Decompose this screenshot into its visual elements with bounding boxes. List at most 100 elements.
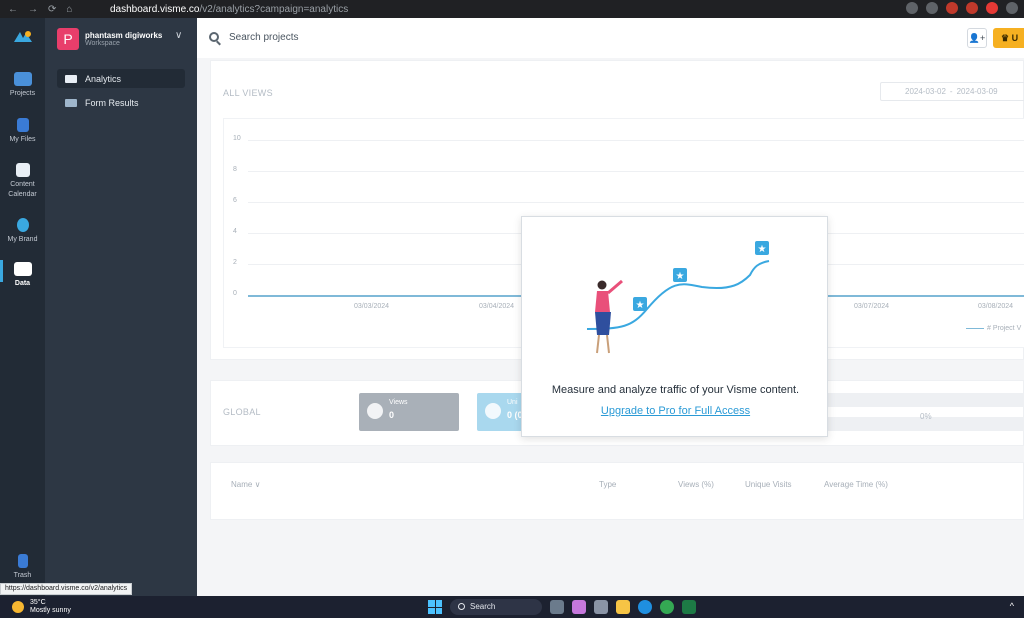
upgrade-button[interactable]: ♛ U — [993, 28, 1024, 48]
column-average-time[interactable]: Average Time (%) — [824, 480, 888, 489]
data-icon — [13, 262, 32, 276]
visme-logo[interactable] — [12, 30, 34, 44]
percentage-bars: 0% — [828, 393, 1024, 431]
analytics-icon — [65, 74, 77, 83]
icon-rail: Projects My Files Content Calendar My Br… — [0, 18, 45, 596]
unique-visits-stat: Uni 0 (0 — [477, 393, 527, 431]
form-results-icon — [65, 98, 77, 107]
all-views-title: ALL VIEWS — [223, 88, 273, 98]
workspace-name: phantasm digiworks — [85, 31, 163, 40]
views-stat: Views 0 — [359, 393, 459, 431]
y-tick-label: 2 — [233, 259, 237, 266]
star-badge-icon: ★ — [633, 297, 647, 311]
workspace-avatar: P — [57, 28, 79, 50]
projects-icon — [13, 72, 32, 86]
gridline — [248, 202, 1024, 203]
address-bar[interactable]: dashboard.visme.co/v2/analytics?campaign… — [110, 4, 348, 15]
column-name[interactable]: Name ∨ — [231, 480, 260, 489]
camera-icon[interactable] — [926, 2, 938, 14]
crown-icon: ♛ — [1001, 33, 1010, 43]
y-tick-label: 8 — [233, 166, 237, 173]
url-host: dashboard.visme.co — [110, 3, 200, 15]
browser-nav: ← → ⟳ ⌂ — [0, 4, 110, 15]
y-tick-label: 6 — [233, 197, 237, 204]
extension-icon[interactable] — [986, 2, 998, 14]
x-tick-label: 03/08/2024 — [978, 303, 1014, 310]
reload-icon[interactable]: ⟳ — [48, 4, 56, 15]
rail-item-data[interactable]: Data — [0, 262, 45, 289]
puzzle-icon[interactable] — [1006, 2, 1018, 14]
extension-icon[interactable] — [946, 2, 958, 14]
url-path: /v2/analytics?campaign=analytics — [199, 3, 349, 15]
edge-icon[interactable] — [638, 600, 652, 614]
rail-item-trash[interactable]: Trash — [0, 554, 45, 581]
analytics-sidebar: P phantasm digiworks Workspace ∨ Analyti… — [45, 18, 197, 596]
chart-legend: # Project V — [966, 325, 1021, 332]
upgrade-modal: ★ ★ ★ Measure and analyze traffic of you… — [521, 216, 828, 437]
column-views[interactable]: Views (%) — [678, 480, 714, 489]
rail-item-content-calendar[interactable]: Content Calendar — [0, 163, 45, 200]
rail-item-my-brand[interactable]: My Brand — [0, 218, 45, 245]
taskbar-search[interactable]: Search — [450, 599, 542, 615]
column-unique-visits[interactable]: Unique Visits — [745, 480, 792, 489]
workspace-switcher[interactable]: P phantasm digiworks Workspace — [57, 28, 162, 50]
svg-text:★: ★ — [636, 300, 645, 311]
excel-icon[interactable] — [682, 600, 696, 614]
windows-start-icon[interactable] — [428, 600, 442, 614]
app-icon[interactable] — [572, 600, 586, 614]
weather-widget[interactable]: 35°C Mostly sunny — [12, 599, 71, 615]
gridline — [248, 140, 1024, 141]
calendar-icon — [15, 163, 30, 177]
os-taskbar: 35°C Mostly sunny Search ^ — [0, 596, 1024, 618]
svg-text:★: ★ — [758, 244, 767, 255]
browser-toolbar: ← → ⟳ ⌂ dashboard.visme.co/v2/analytics?… — [0, 0, 1024, 18]
modal-message: Measure and analyze traffic of your Vism… — [551, 384, 800, 396]
file-explorer-icon[interactable] — [616, 600, 630, 614]
y-tick-label: 10 — [233, 135, 241, 142]
home-icon[interactable]: ⌂ — [66, 4, 72, 15]
sidebar-item-form-results[interactable]: Form Results — [57, 93, 185, 112]
chevron-up-icon[interactable]: ^ — [1010, 601, 1014, 611]
search-input[interactable]: Search projects — [229, 32, 298, 43]
extension-icon[interactable] — [966, 2, 978, 14]
svg-text:★: ★ — [676, 271, 685, 282]
global-title: GLOBAL — [223, 407, 261, 417]
task-view-icon[interactable] — [594, 600, 608, 614]
back-icon[interactable]: ← — [8, 4, 18, 15]
star-icon[interactable] — [906, 2, 918, 14]
rail-item-projects[interactable]: Projects — [0, 72, 45, 99]
presenter-figure — [595, 279, 623, 354]
star-badge-icon: ★ — [755, 241, 769, 255]
sidebar-item-analytics[interactable]: Analytics — [57, 69, 185, 88]
rail-item-my-files[interactable]: My Files — [0, 118, 45, 145]
y-tick-label: 0 — [233, 290, 237, 297]
star-badge-icon: ★ — [673, 268, 687, 282]
person-icon — [485, 403, 501, 419]
chevron-down-icon[interactable]: ∨ — [175, 30, 182, 41]
forward-icon[interactable]: → — [28, 4, 38, 15]
trash-icon — [17, 554, 28, 568]
widgets-icon[interactable] — [550, 600, 564, 614]
gridline — [248, 171, 1024, 172]
percent-label: 0% — [920, 412, 932, 421]
search-icon[interactable] — [209, 32, 219, 42]
brand-icon — [16, 218, 29, 232]
my-files-icon — [16, 118, 29, 132]
invite-user-button[interactable]: 👤+ — [967, 28, 987, 48]
top-bar: Search projects 👤+ ♛ U — [197, 18, 1024, 58]
chrome-icon[interactable] — [660, 600, 674, 614]
x-tick-label: 03/04/2024 — [479, 303, 515, 310]
eye-icon — [367, 403, 383, 419]
y-tick-label: 4 — [233, 228, 237, 235]
sun-icon — [12, 601, 24, 613]
column-type[interactable]: Type — [599, 480, 616, 489]
status-url-tooltip: https://dashboard.visme.co/v2/analytics — [0, 583, 133, 595]
growth-illustration: ★ ★ ★ — [586, 241, 770, 354]
upgrade-link[interactable]: Upgrade to Pro for Full Access — [522, 405, 829, 417]
workspace-subtitle: Workspace — [85, 40, 120, 47]
projects-table — [210, 462, 1024, 520]
x-tick-label: 03/07/2024 — [854, 303, 890, 310]
extensions — [906, 2, 1018, 14]
x-tick-label: 03/03/2024 — [354, 303, 390, 310]
date-range-picker[interactable]: 2024-03-02-2024-03-09 — [880, 82, 1024, 101]
